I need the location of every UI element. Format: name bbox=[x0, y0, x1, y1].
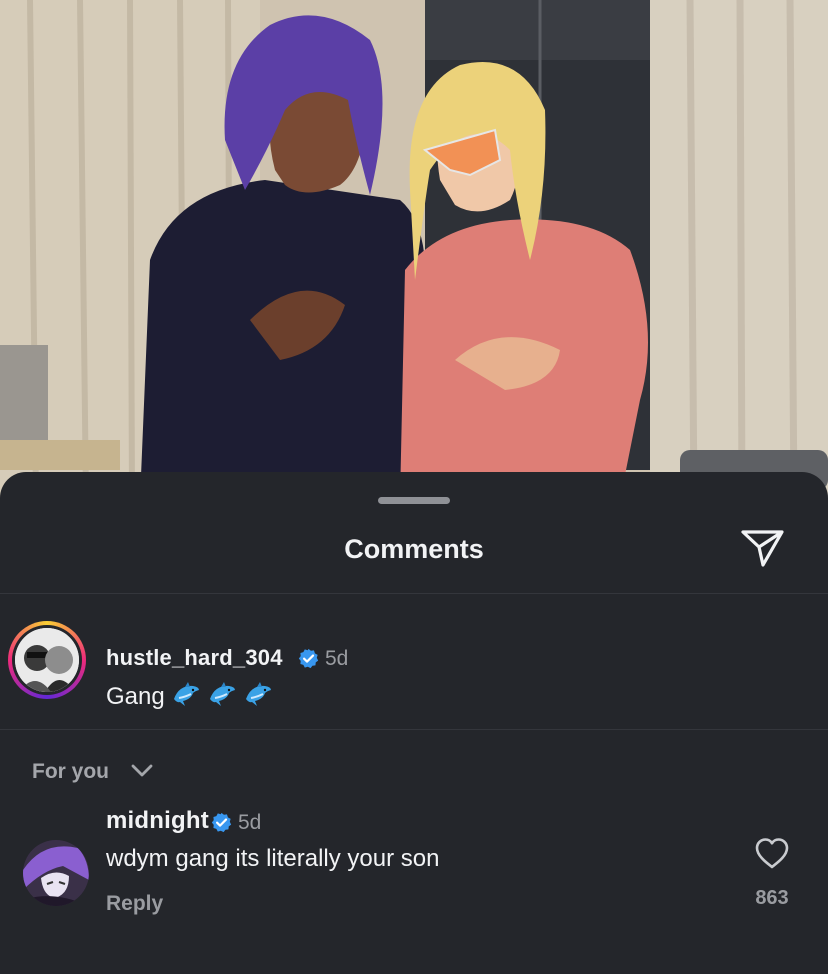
pinned-comment: hustle_hard_304 5d Gang bbox=[0, 593, 828, 729]
comment-text: Gang bbox=[106, 681, 273, 714]
comment-text-body: Gang bbox=[106, 682, 165, 710]
comment-time: 5d bbox=[325, 647, 349, 670]
avatar[interactable] bbox=[8, 621, 86, 699]
sort-filter-label[interactable]: For you bbox=[32, 760, 109, 784]
chevron-down-icon[interactable] bbox=[131, 763, 153, 779]
post-image bbox=[0, 0, 828, 500]
dolphin-emoji-icon bbox=[171, 681, 201, 714]
heart-outline-icon[interactable] bbox=[754, 837, 790, 869]
dolphin-emoji-icon bbox=[207, 681, 237, 714]
paper-plane-icon bbox=[741, 530, 784, 567]
divider bbox=[0, 729, 828, 730]
sheet-title: Comments bbox=[344, 534, 484, 564]
verified-badge-icon bbox=[211, 812, 232, 833]
avatar[interactable] bbox=[23, 840, 89, 906]
share-button[interactable] bbox=[740, 528, 786, 568]
verified-badge-icon bbox=[298, 648, 319, 669]
comment-text: wdym gang its literally your son bbox=[106, 845, 440, 872]
drag-handle[interactable] bbox=[378, 497, 450, 504]
comment-username[interactable]: midnight bbox=[106, 807, 209, 835]
comment-item: midnight 5d wdym gang its literally your… bbox=[0, 807, 828, 972]
reply-button[interactable]: Reply bbox=[106, 892, 163, 916]
comment-time: 5d bbox=[238, 811, 262, 834]
like-count: 863 bbox=[755, 887, 789, 909]
comment-username[interactable]: hustle_hard_304 bbox=[106, 645, 283, 671]
comments-sheet: Comments hustle_hard_304 5d Gang For you… bbox=[0, 472, 828, 974]
dolphin-emoji-icon bbox=[243, 681, 273, 714]
